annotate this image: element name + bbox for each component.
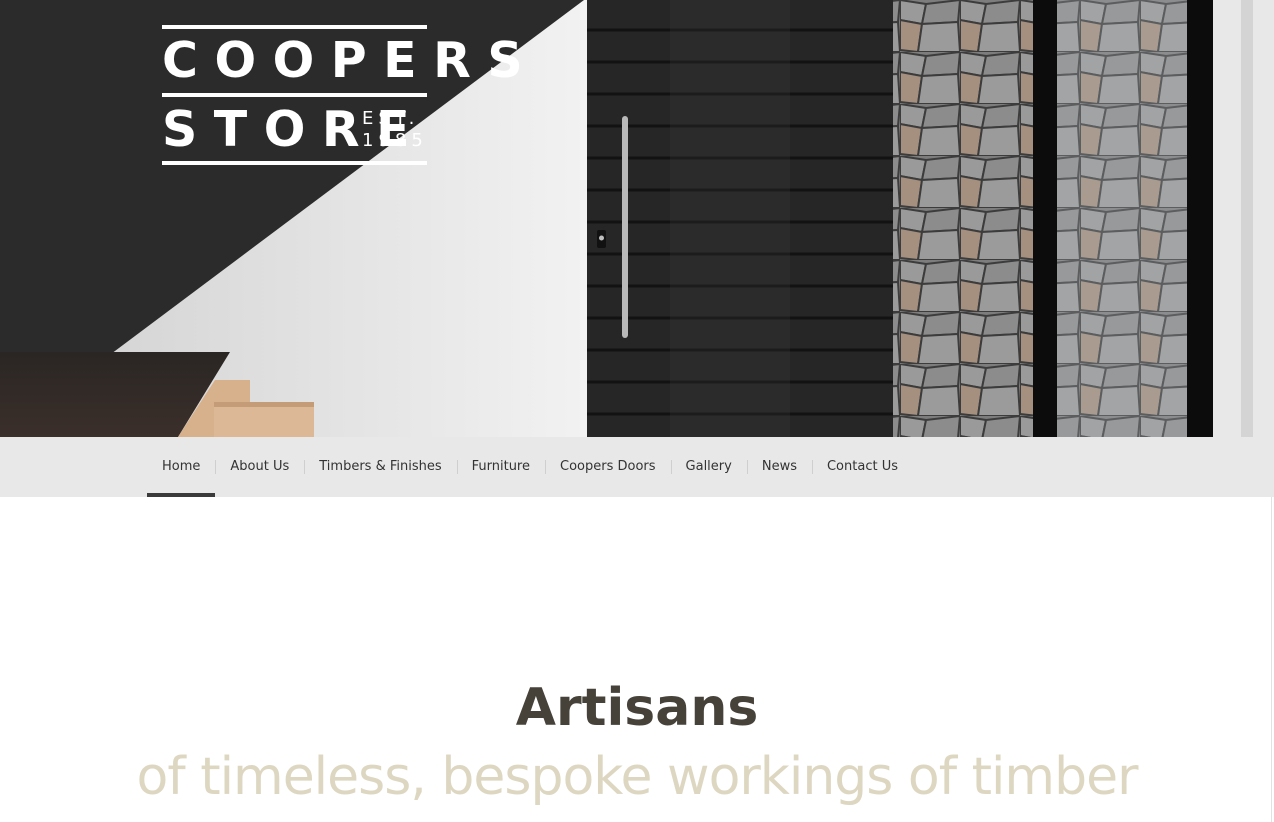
page-headline: Artisans	[515, 678, 759, 738]
logo-established: EST. 1985	[362, 108, 428, 152]
logo-est-year: 1985	[362, 130, 428, 151]
nav-link-gallery[interactable]: Gallery	[671, 437, 747, 497]
logo-line-1: COOPERS	[162, 32, 540, 89]
page-tagline: of timeless, bespoke workings of timber	[136, 747, 1139, 807]
nav-item-furniture: Furniture	[456, 437, 545, 497]
nav-link-coopers-doors[interactable]: Coopers Doors	[545, 437, 671, 497]
nav-item-timbers-finishes: Timbers & Finishes	[304, 437, 456, 497]
logo-rule-middle	[162, 93, 427, 97]
hero-banner: COOPERS STORE EST. 1985	[0, 0, 1274, 437]
logo-rule-bottom	[162, 161, 427, 165]
door-handle-icon	[622, 116, 628, 338]
nav-item-contact-us: Contact Us	[811, 437, 913, 497]
main-navigation: Home About Us Timbers & Finishes Furnitu…	[0, 437, 1274, 497]
nav-item-coopers-doors: Coopers Doors	[545, 437, 671, 497]
nav-item-home: Home	[147, 437, 216, 497]
nav-link-timbers-finishes[interactable]: Timbers & Finishes	[304, 437, 456, 497]
nav-link-home[interactable]: Home	[147, 437, 215, 497]
coopers-store-logo[interactable]: COOPERS STORE EST. 1985	[162, 25, 523, 166]
nav-link-about-us[interactable]: About Us	[215, 437, 304, 497]
nav-item-gallery: Gallery	[670, 437, 747, 497]
logo-est-label: EST.	[362, 108, 420, 129]
nav-list: Home About Us Timbers & Finishes Furnitu…	[147, 437, 913, 497]
intro-section: Artisans of timeless, bespoke workings o…	[0, 497, 1274, 822]
page-edge-divider	[1271, 497, 1272, 822]
nav-link-news[interactable]: News	[747, 437, 812, 497]
logo-rule-top	[162, 25, 427, 29]
nav-item-news: News	[746, 437, 812, 497]
nav-link-furniture[interactable]: Furniture	[457, 437, 545, 497]
nav-item-about-us: About Us	[215, 437, 304, 497]
nav-link-contact-us[interactable]: Contact Us	[812, 437, 913, 497]
